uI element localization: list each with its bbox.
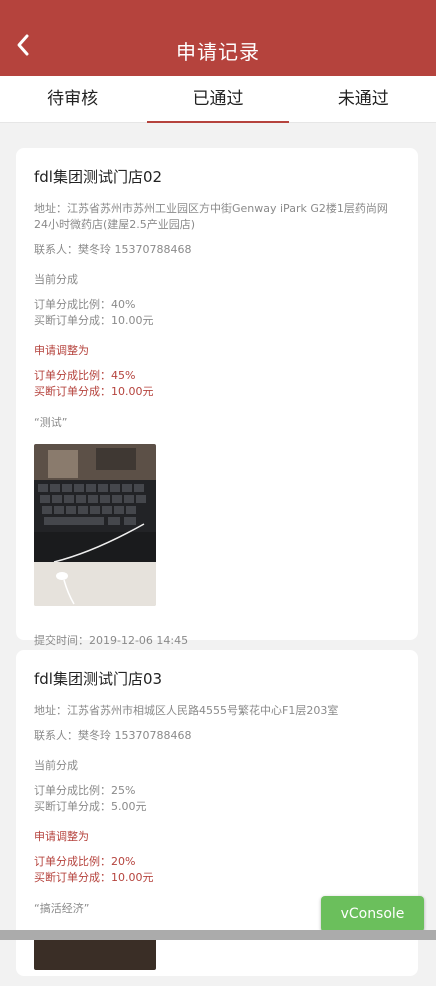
attached-photo[interactable] (34, 444, 156, 606)
submit-time: 提交时间：2019-12-06 14:45 (34, 634, 189, 647)
store-name: fdl集团测试门店03 (34, 670, 163, 688)
apply-adjust-label: 申请调整为 (34, 344, 89, 357)
apply-order-ratio: 订单分成比例：45% (34, 369, 136, 382)
current-buyout-share: 买断订单分成：5.00元 (34, 800, 147, 813)
bottom-bar (0, 930, 436, 940)
current-buyout-share: 买断订单分成：10.00元 (34, 314, 154, 327)
tab-rejected[interactable]: 未通过 (291, 76, 436, 122)
store-name: fdl集团测试门店02 (34, 168, 163, 186)
current-share-label: 当前分成 (34, 759, 78, 772)
record-list: fdl集团测试门店02 地址：江苏省苏州市苏州工业园区方中街Genway iPa… (16, 148, 418, 986)
current-order-ratio: 订单分成比例：40% (34, 298, 136, 311)
contact-info: 联系人：樊冬玲 15370788468 (34, 243, 192, 256)
keyboard-photo-image (34, 444, 156, 606)
page-title: 申请记录 (176, 40, 260, 64)
apply-buyout-share: 买断订单分成：10.00元 (34, 871, 154, 884)
app-header: 申请记录 (0, 0, 436, 76)
vconsole-button[interactable]: vConsole (321, 896, 424, 932)
status-tabs: 待审核 已通过 未通过 (0, 76, 436, 123)
tab-pending[interactable]: 待审核 (0, 76, 145, 122)
current-share-label: 当前分成 (34, 273, 78, 286)
record-card[interactable]: fdl集团测试门店02 地址：江苏省苏州市苏州工业园区方中街Genway iPa… (16, 148, 418, 647)
contact-info: 联系人：樊冬玲 15370788468 (34, 729, 192, 742)
current-order-ratio: 订单分成比例：25% (34, 784, 136, 797)
store-address: 地址：江苏省苏州市苏州工业园区方中街Genway iPark G2楼1层药尚网2… (34, 202, 388, 231)
apply-order-ratio: 订单分成比例：20% (34, 855, 136, 868)
apply-adjust-label: 申请调整为 (34, 830, 89, 843)
remark: “测试” (34, 416, 68, 429)
tab-approved[interactable]: 已通过 (145, 76, 290, 123)
store-address: 地址：江苏省苏州市相城区人民路4555号繁花中心F1层203室 (34, 704, 339, 717)
apply-buyout-share: 买断订单分成：10.00元 (34, 385, 154, 398)
